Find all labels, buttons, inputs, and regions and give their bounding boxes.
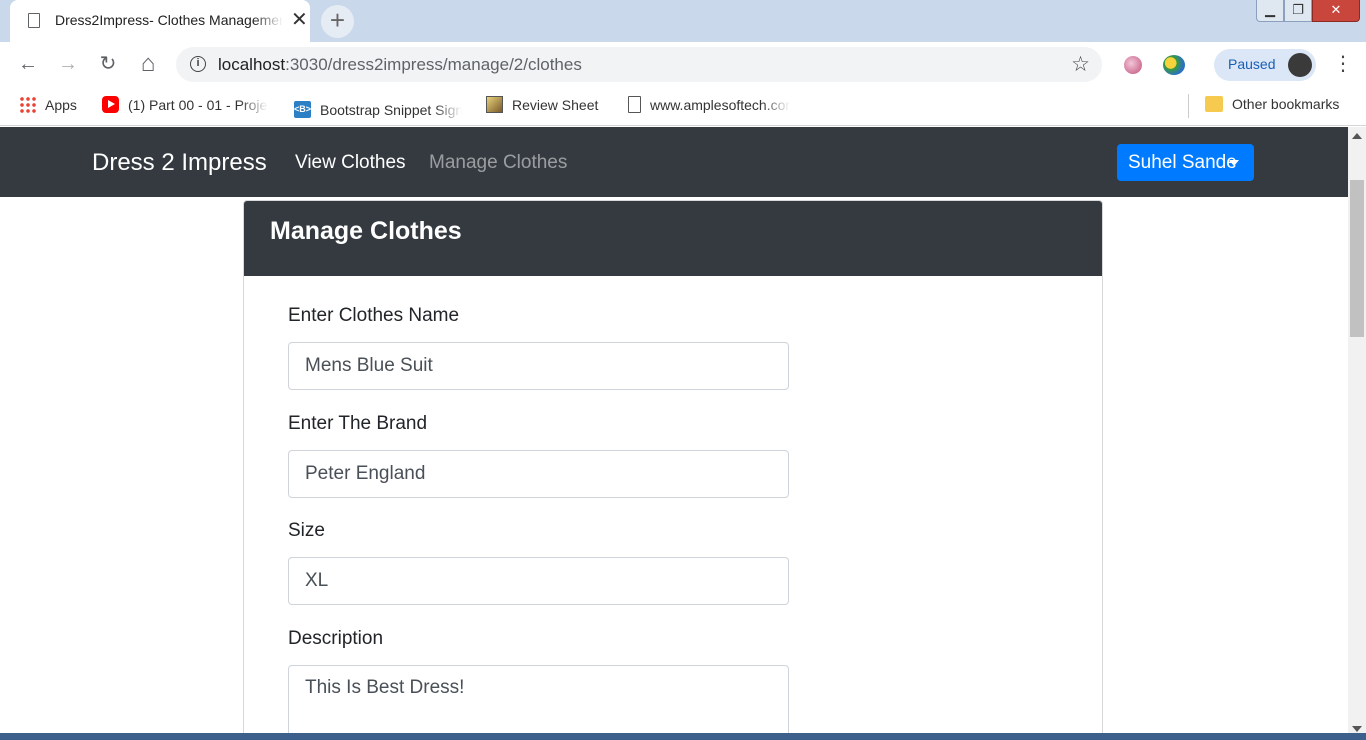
brand-label: Enter The Brand [288, 413, 428, 434]
bootstrap-icon: <B> [294, 101, 311, 118]
youtube-icon [102, 96, 119, 113]
reload-button[interactable]: ↻ [96, 52, 120, 76]
bookmarks-bar: Apps (1) Part 00 - 01 - Project <B> Boots… [0, 86, 1366, 126]
page-scrollbar[interactable] [1348, 127, 1366, 740]
folder-icon [1205, 96, 1223, 112]
close-window-button[interactable]: ✕ [1312, 0, 1360, 22]
bookmark-apps[interactable]: Apps [19, 96, 77, 113]
extension-globe-icon[interactable] [1163, 55, 1185, 75]
description-label: Description [288, 628, 384, 649]
maximize-button[interactable]: ❐ [1284, 0, 1312, 22]
bookmark-bootstrap[interactable]: <B> Bootstrap Snippet Signup [294, 96, 462, 118]
caret-down-icon [1229, 160, 1239, 166]
bookmark-label: (1) Part 00 - 01 - Project [128, 97, 268, 113]
url-text[interactable]: localhost:3030/dress2impress/manage/2/cl… [218, 55, 582, 75]
bookmark-label: Review Sheet [512, 97, 599, 113]
review-sheet-icon [486, 96, 503, 113]
home-button[interactable]: ⌂ [136, 52, 160, 76]
bookmark-star-icon[interactable]: ☆ [1071, 52, 1090, 77]
nav-manage-clothes[interactable]: Manage Clothes [429, 152, 567, 174]
bookmark-label: Bootstrap Snippet Signup [320, 102, 462, 118]
clothes-name-input[interactable] [288, 342, 789, 390]
url-path: :3030/dress2impress/manage/2/clothes [285, 55, 582, 74]
size-input[interactable] [288, 557, 789, 605]
page-viewport: Dress 2 Impress View Clothes Manage Clot… [0, 127, 1348, 740]
page-icon [628, 96, 641, 113]
card-title: Manage Clothes [270, 217, 462, 245]
bookmarks-divider [1188, 94, 1189, 118]
bookmark-amplesoftech[interactable]: www.amplesoftech.com [628, 96, 790, 113]
nav-view-clothes[interactable]: View Clothes [295, 152, 406, 174]
minimize-button[interactable]: ▁ [1256, 0, 1284, 22]
browser-toolbar: ← → ↻ ⌂ i localhost:3030/dress2impress/m… [0, 42, 1366, 86]
manage-clothes-card: Manage Clothes Enter Clothes Name Enter … [243, 200, 1103, 740]
url-host: localhost [218, 55, 286, 74]
card-header: Manage Clothes [244, 201, 1102, 276]
user-dropdown-button[interactable]: Suhel Sande [1117, 144, 1254, 181]
page-icon [28, 13, 40, 28]
size-label: Size [288, 520, 325, 541]
address-bar[interactable]: i localhost:3030/dress2impress/manage/2/… [176, 47, 1102, 82]
other-bookmarks[interactable]: Other bookmarks [1205, 96, 1339, 112]
tab-close-icon[interactable]: ✕ [291, 10, 308, 30]
clothes-name-label: Enter Clothes Name [288, 305, 460, 326]
scroll-down-icon[interactable] [1352, 726, 1362, 732]
bookmark-label: Apps [45, 97, 77, 113]
brand-input[interactable] [288, 450, 789, 498]
scrollbar-thumb[interactable] [1350, 180, 1364, 337]
browser-menu-icon[interactable]: ⋮ [1333, 51, 1353, 77]
brand-link[interactable]: Dress 2 Impress [92, 149, 267, 177]
browser-tab[interactable]: Dress2Impress- Clothes Management ✕ [10, 0, 310, 42]
avatar [1288, 53, 1312, 77]
forward-button[interactable]: → [56, 52, 80, 76]
scroll-up-icon[interactable] [1352, 133, 1362, 139]
description-textarea[interactable]: This Is Best Dress! [288, 665, 789, 740]
app-navbar: Dress 2 Impress View Clothes Manage Clot… [0, 127, 1348, 197]
user-name: Suhel Sande [1128, 152, 1237, 173]
site-info-icon[interactable]: i [190, 56, 206, 72]
profile-button[interactable]: Paused [1214, 49, 1316, 81]
back-button[interactable]: ← [16, 52, 40, 76]
bookmark-label: www.amplesoftech.com [650, 97, 790, 113]
other-bookmarks-label: Other bookmarks [1232, 96, 1340, 112]
profile-status: Paused [1228, 56, 1276, 72]
bookmark-youtube[interactable]: (1) Part 00 - 01 - Project [102, 96, 268, 113]
window-controls: ▁ ❐ ✕ [1256, 0, 1360, 22]
new-tab-button[interactable]: + [321, 5, 354, 38]
browser-tab-strip: Dress2Impress- Clothes Management ✕ + ▁ … [0, 0, 1366, 42]
bookmark-review-sheet[interactable]: Review Sheet [486, 96, 598, 113]
os-taskbar [0, 733, 1366, 740]
tab-title: Dress2Impress- Clothes Management [55, 12, 283, 28]
apps-icon [19, 96, 36, 113]
extension-dribbble-icon[interactable] [1124, 56, 1142, 74]
